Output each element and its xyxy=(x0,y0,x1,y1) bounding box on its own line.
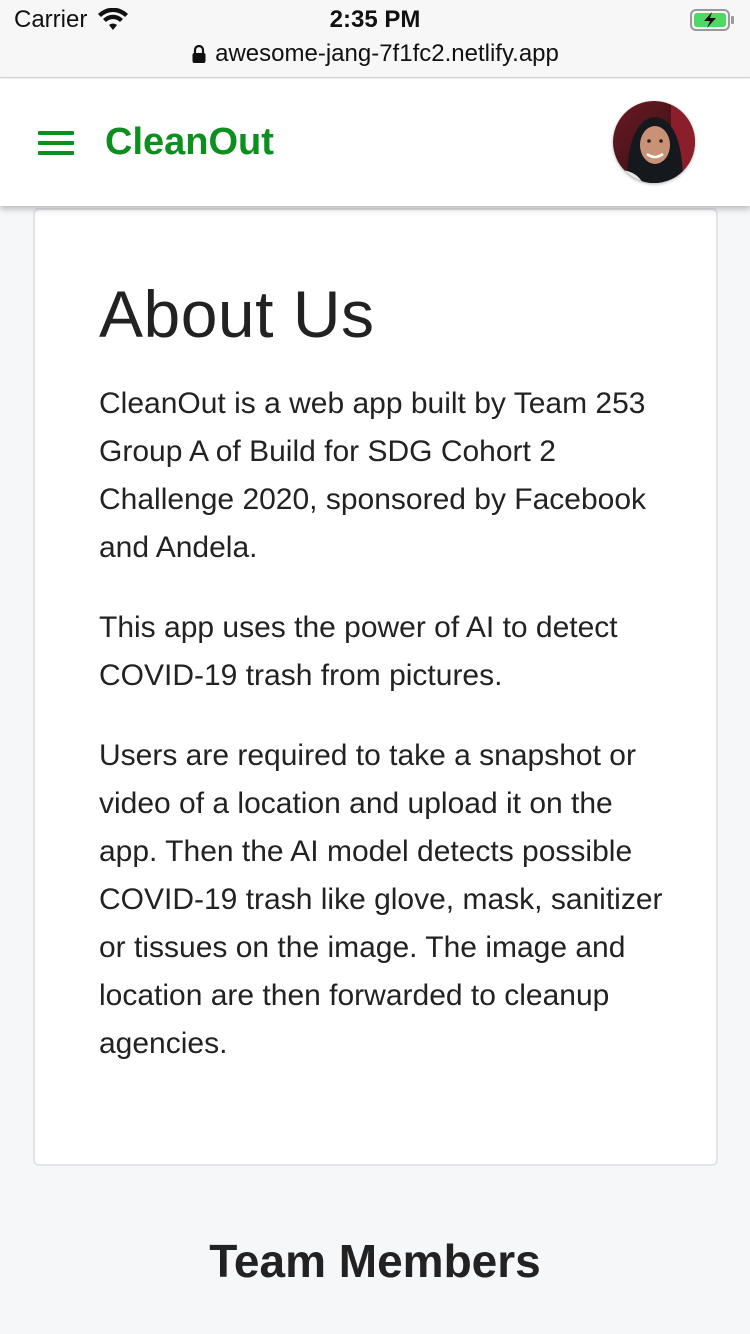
app-header: CleanOut xyxy=(0,79,750,206)
about-card: About Us CleanOut is a web app built by … xyxy=(33,208,718,1166)
battery-charging-icon xyxy=(690,9,734,31)
user-avatar[interactable] xyxy=(613,101,695,183)
brand-logo-text[interactable]: CleanOut xyxy=(105,121,274,164)
lock-icon xyxy=(192,44,206,63)
team-members-heading: Team Members xyxy=(209,1235,541,1287)
url-text: awesome-jang-7f1fc2.netlify.app xyxy=(215,40,559,67)
about-paragraph: Users are required to take a snapshot or… xyxy=(99,739,663,1060)
avatar-photo xyxy=(613,101,695,183)
clock: 2:35 PM xyxy=(329,6,421,33)
about-paragraph: This app uses the power of AI to detect … xyxy=(99,611,618,692)
about-title: About Us xyxy=(99,277,375,351)
address-bar[interactable]: awesome-jang-7f1fc2.netlify.app xyxy=(0,40,750,68)
about-paragraph: CleanOut is a web app built by Team 253 … xyxy=(99,387,647,564)
browser-status-bar: Carrier 2:35 PM awesome-jang-7f1fc2.netl… xyxy=(0,0,750,78)
hamburger-menu-icon[interactable] xyxy=(38,131,74,155)
